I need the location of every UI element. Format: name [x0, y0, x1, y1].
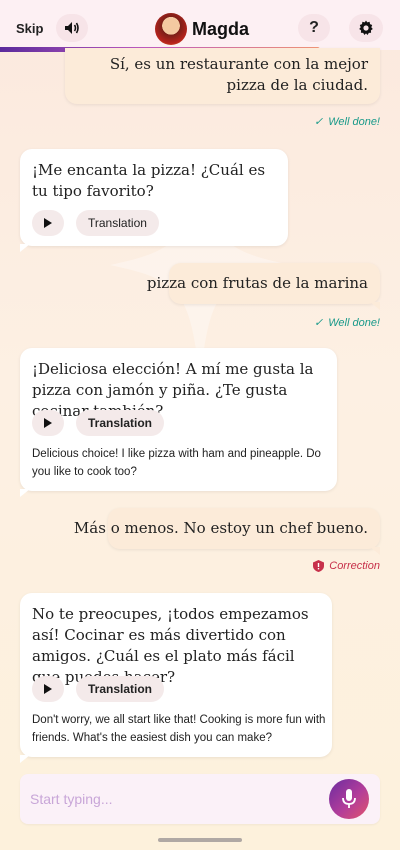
message-text: ¡Me encanta la pizza! ¿Cuál es tu tipo f… [32, 161, 266, 200]
message-text: Sí, es un restaurante con la mejor pizza… [109, 55, 368, 94]
home-indicator [158, 838, 242, 842]
assistant-message: ¡Me encanta la pizza! ¿Cuál es tu tipo f… [20, 149, 288, 252]
microphone-button[interactable] [329, 779, 369, 819]
translation-button[interactable]: Translation [76, 676, 165, 702]
help-icon: ? [309, 19, 319, 36]
assistant-message: No te preocupes, ¡todos empezamos así! C… [20, 593, 332, 763]
speaker-button[interactable] [56, 14, 88, 42]
correction-label: Correction [329, 560, 380, 572]
top-bar: Skip Magda ? [0, 0, 400, 50]
message-text: No te preocupes, ¡todos empezamos así! C… [32, 605, 309, 686]
help-button[interactable]: ? [298, 14, 330, 42]
feedback-label: Well done! [328, 115, 380, 128]
character-name: Magda [192, 19, 250, 39]
play-icon [44, 418, 52, 428]
message-text: Más o menos. No estoy un chef bueno. [73, 519, 368, 537]
microphone-icon [342, 789, 356, 808]
user-message: Sí, es un restaurante con la mejor pizza… [65, 48, 380, 104]
settings-button[interactable] [349, 14, 383, 42]
speaker-icon [65, 22, 79, 34]
message-input[interactable] [30, 784, 320, 814]
play-audio-button[interactable] [32, 676, 64, 702]
message-text: ¡Deliciosa elección! A mí me gusta la pi… [32, 360, 314, 420]
translation-button[interactable]: Translation [76, 210, 159, 236]
assistant-message: ¡Deliciosa elección! A mí me gusta la pi… [20, 348, 337, 497]
check-icon: ✓ [314, 317, 324, 329]
skip-button[interactable]: Skip [16, 21, 43, 36]
feedback-label: Well done! [328, 316, 380, 329]
translation-text: Delicious choice! I like pizza with ham … [32, 448, 321, 478]
play-icon [44, 218, 52, 228]
message-text: pizza con frutas de la marina [146, 274, 368, 292]
character-avatar [155, 13, 187, 45]
message-composer [20, 774, 380, 824]
play-audio-button[interactable] [32, 410, 64, 436]
feedback-badge: ✓ Well done! [314, 316, 380, 330]
check-icon: ✓ [314, 116, 324, 128]
correction-icon [313, 560, 325, 572]
play-audio-button[interactable] [32, 210, 64, 236]
user-message: Más o menos. No estoy un chef bueno. [74, 508, 380, 555]
feedback-badge: ✓ Well done! [314, 115, 380, 129]
translation-button[interactable]: Translation [76, 410, 165, 436]
user-message: pizza con frutas de la marina [147, 263, 380, 310]
gear-icon [359, 20, 373, 35]
play-icon [44, 684, 52, 694]
translation-text: Don't worry, we all start like that! Coo… [32, 714, 326, 744]
correction-link[interactable]: Correction [313, 560, 380, 572]
